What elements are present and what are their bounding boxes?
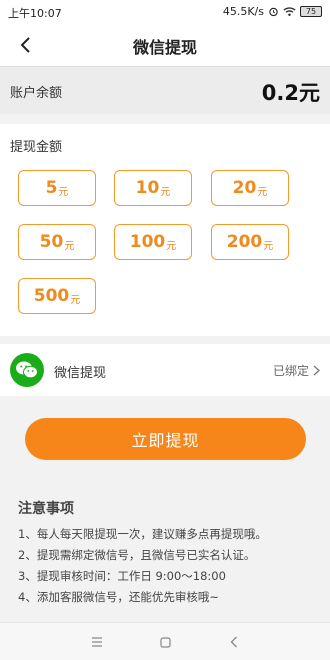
withdraw-method-row[interactable]: 微信提现 已绑定 [0,344,330,396]
binding-status: 已绑定 [273,362,320,379]
chevron-left-icon [230,636,237,648]
amount-unit: 元 [64,240,75,252]
menu-icon [92,637,102,647]
navigation-bar [0,622,330,660]
title-bar: 微信提现 [0,24,330,66]
amount-unit: 元 [160,186,171,198]
battery-icon: 75 [300,6,322,17]
page-title: 微信提现 [132,38,197,57]
wifi-icon [283,7,296,16]
wechat-icon [10,353,44,387]
amount-option-100[interactable]: 100 元 [114,224,192,260]
status-bar: 上午10:07 45.5K/s 75 [0,0,330,24]
amount-value: 20 [232,178,257,198]
note-item: 2、提现需绑定微信号，且微信号已实名认证。 [18,548,256,562]
amount-section: 提现金额 5元 10 元 20 元 50 元 100 元 200 元 500 元 [0,124,330,336]
alarm-icon [269,7,278,17]
note-item: 3、提现审核时间：工作日 9:00～18:00 [18,569,226,583]
amount-value: 500 [33,286,70,306]
amount-title: 提现金额 [10,140,63,155]
amount-option-5[interactable]: 5元 [18,170,96,206]
amount-value: 200 [226,232,263,252]
withdraw-button[interactable]: 立即提现 [25,418,306,460]
amount-unit: 元 [58,186,69,198]
amount-unit: 元 [70,294,81,306]
nav-back-button[interactable] [225,633,243,651]
amount-value: 10 [135,178,160,198]
amount-unit: 元 [257,186,268,198]
amount-value: 5 [45,178,58,198]
status-time: 上午10:07 [8,7,62,20]
amount-option-10[interactable]: 10 元 [114,170,192,206]
balance-label: 账户余额 [10,86,63,101]
home-button[interactable] [156,633,174,651]
network-speed: 45.5K/s [222,5,264,18]
balance-value: 0.2元 [261,81,320,105]
amount-value: 100 [129,232,166,252]
chevron-right-icon [313,365,320,376]
note-item: 1、每人每天限提现一次，建议赚多点再提现哦。 [18,527,267,541]
method-label: 微信提现 [54,366,107,381]
amount-value: 50 [39,232,64,252]
note-item: 4、添加客服微信号，还能优先审核哦~ [18,590,219,604]
menu-button[interactable] [88,633,106,651]
home-square-icon [159,636,171,648]
amount-unit: 元 [263,240,274,252]
binding-status-text: 已绑定 [272,364,309,378]
amount-option-50[interactable]: 50 元 [18,224,96,260]
notes-title: 注意事项 [18,501,74,517]
amount-option-200[interactable]: 200 元 [211,224,289,260]
amount-unit: 元 [166,240,177,252]
amount-option-500[interactable]: 500 元 [18,278,96,314]
status-indicators: 45.5K/s 75 [223,5,322,18]
balance-row: 账户余额 0.2元 [0,66,330,114]
notes-section: 注意事项 1、每人每天限提现一次，建议赚多点再提现哦。 2、提现需绑定微信号，且… [18,498,318,608]
amount-option-20[interactable]: 20 元 [211,170,289,206]
